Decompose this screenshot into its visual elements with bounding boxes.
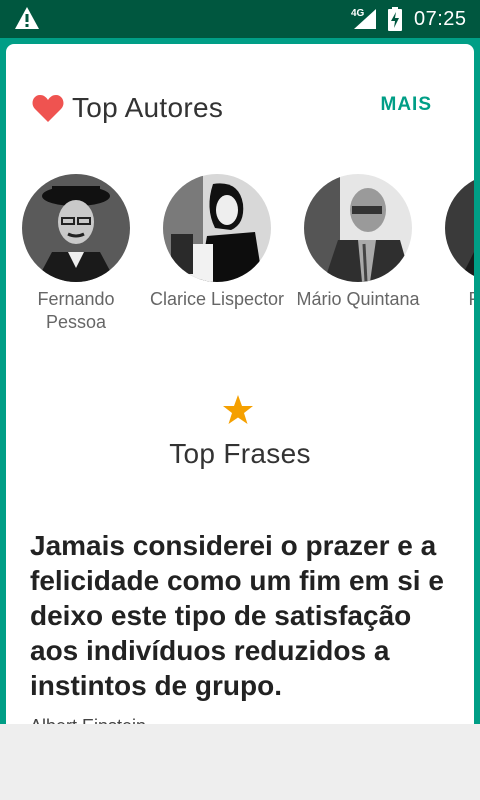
author-avatar — [163, 174, 271, 282]
battery-charging-icon — [388, 7, 402, 31]
top-authors-header: Top Autores — [32, 90, 223, 126]
author-name: F... Ni... — [468, 289, 474, 309]
author-item[interactable]: F... Ni... — [429, 174, 474, 311]
heart-icon — [32, 95, 64, 122]
signal-icon — [354, 9, 376, 29]
top-quotes-title: Top Frases — [169, 438, 311, 469]
author-name: Fernando Pessoa — [37, 289, 115, 332]
star-icon — [223, 395, 253, 424]
bottom-area — [0, 724, 480, 800]
author-avatar — [304, 174, 412, 282]
author-item[interactable]: Fernando Pessoa — [6, 174, 146, 334]
author-item[interactable]: Mário Quintana — [288, 174, 428, 311]
warning-icon — [15, 7, 39, 29]
author-name: Mário Quintana — [296, 289, 420, 309]
quote-text[interactable]: Jamais considerei o prazer e a felicidad… — [30, 528, 460, 703]
content-card: Top Autores MAIS Fernando Pessoa Clarice… — [6, 44, 474, 724]
author-avatar — [22, 174, 130, 282]
author-name: Clarice Lispector — [149, 289, 285, 309]
top-authors-title: Top Autores — [72, 92, 224, 123]
author-avatar — [445, 174, 474, 282]
authors-carousel[interactable]: Fernando Pessoa Clarice Lispector Mário … — [6, 174, 474, 344]
quote-author[interactable]: Albert Einstein — [30, 716, 146, 724]
more-authors-button[interactable]: MAIS — [381, 94, 433, 116]
status-bar: 4G 07:25 — [0, 0, 480, 38]
author-item[interactable]: Clarice Lispector — [147, 174, 287, 311]
clock: 07:25 — [414, 8, 467, 30]
